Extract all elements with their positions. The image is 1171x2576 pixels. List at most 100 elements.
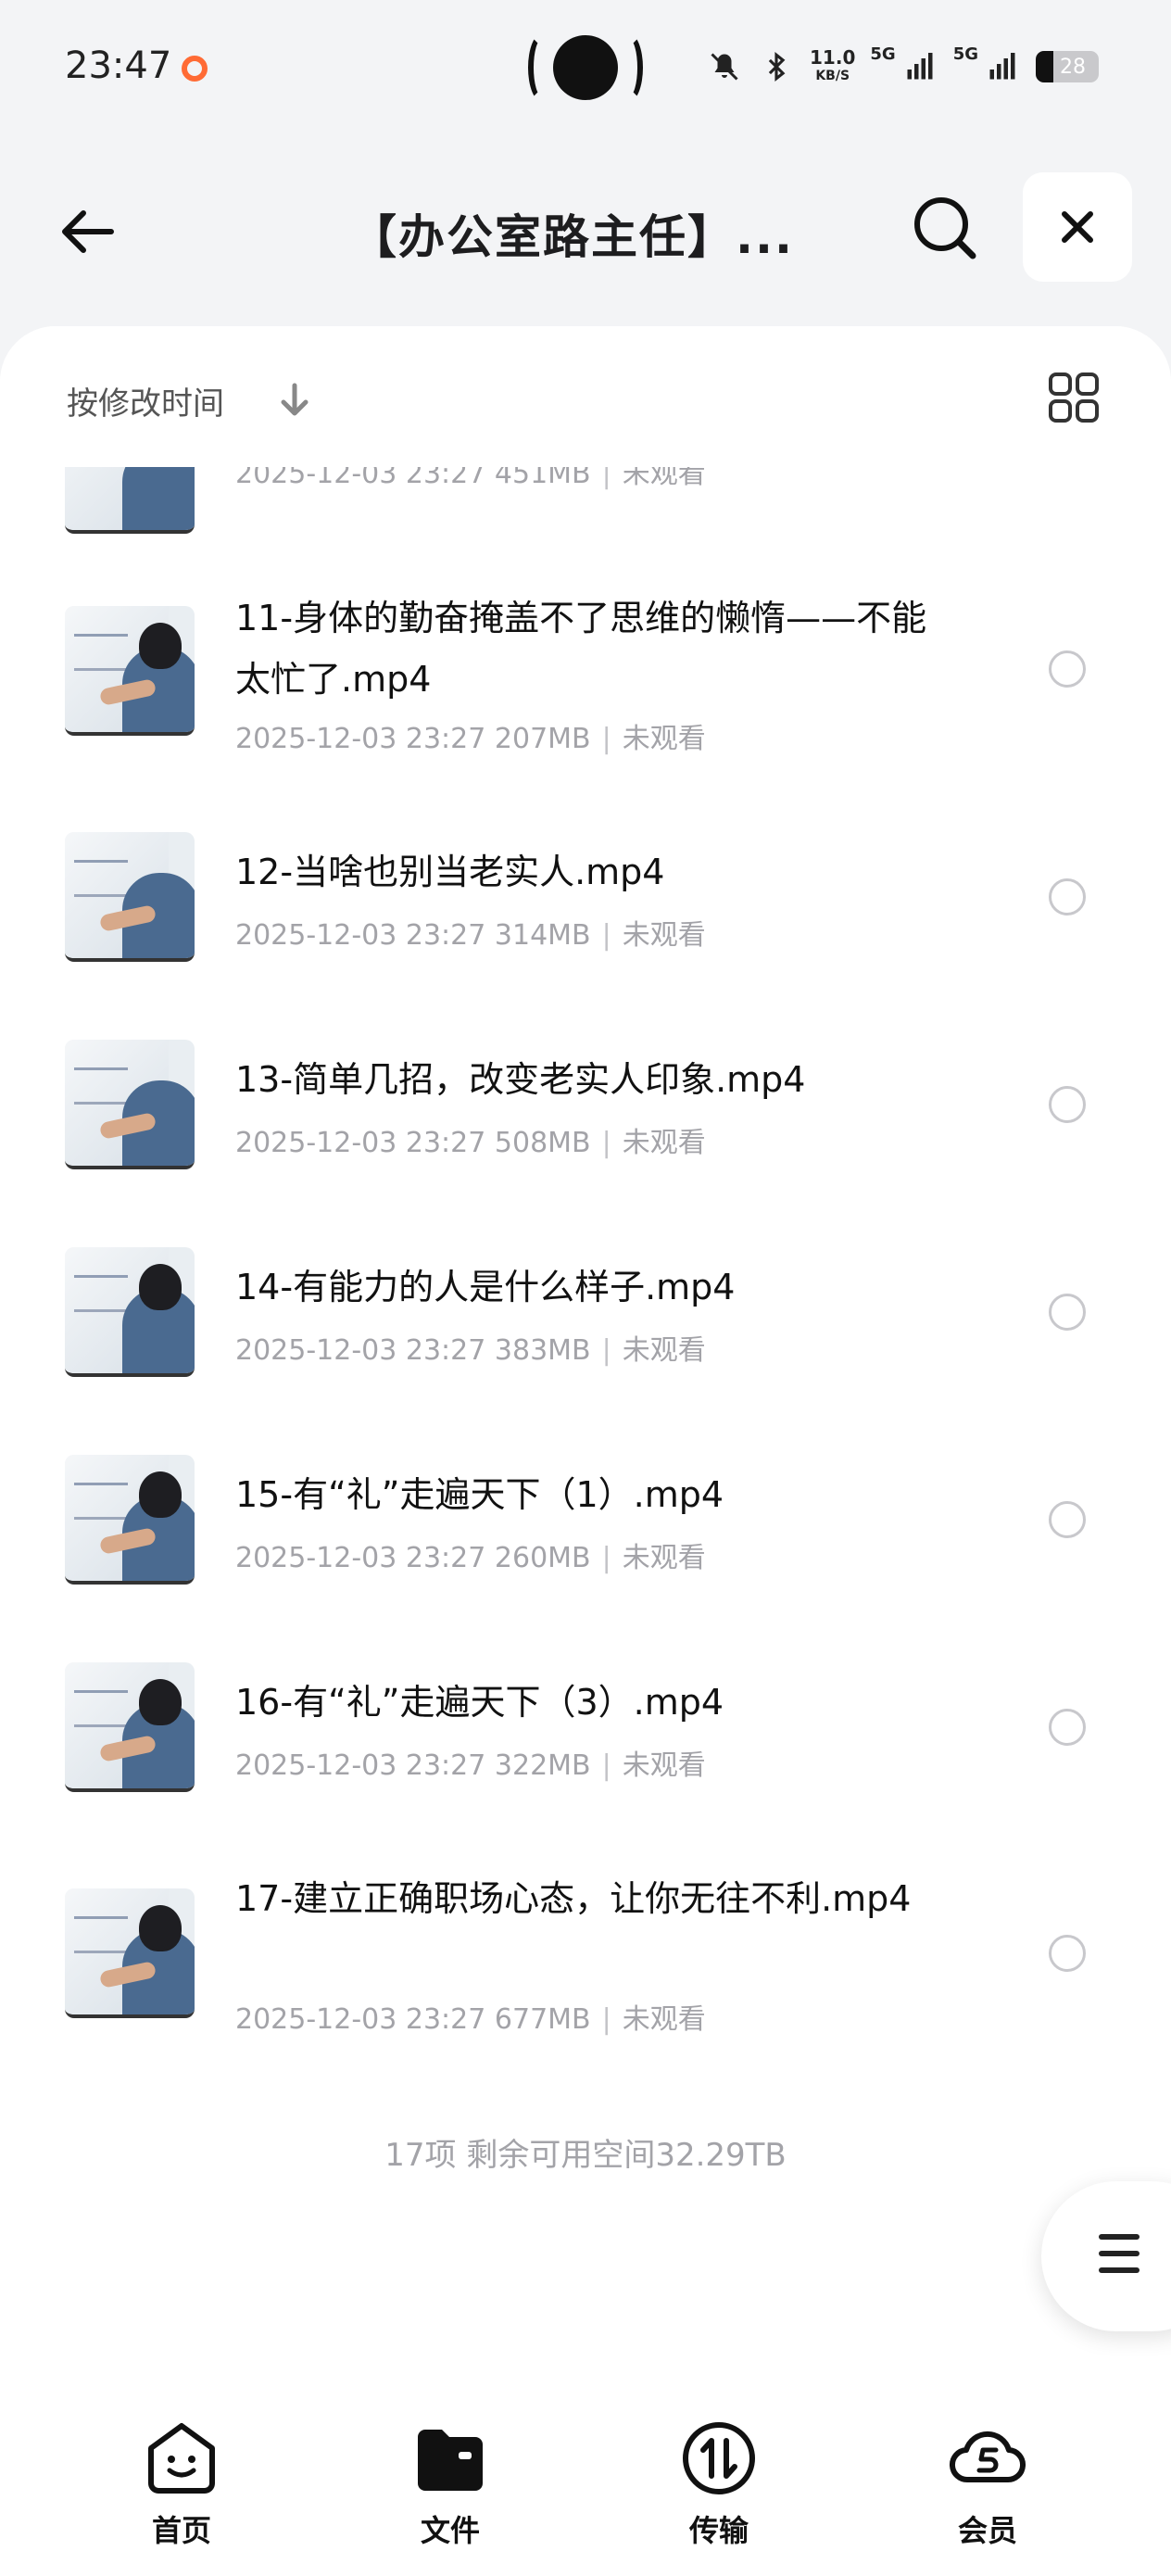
network-type-1: 5G — [870, 44, 896, 64]
watch-status: 未观看 — [622, 1542, 706, 1574]
file-size: 508MB — [494, 1127, 591, 1159]
file-list: 2025-12-03 23:27 451MB | 未观看 11-身体的勤奋掩盖不了思… — [0, 467, 1171, 2576]
network-speed-unit: KB/S — [815, 69, 850, 83]
file-size: 207MB — [494, 723, 591, 755]
file-size: 314MB — [494, 919, 591, 952]
network-type-2: 5G — [952, 44, 978, 64]
status-right: 11.0 KB/S 5G 5G 28 — [706, 39, 1099, 95]
status-time: 23:47 — [65, 44, 172, 87]
select-radio[interactable] — [1049, 878, 1086, 915]
watch-status: 未观看 — [622, 467, 706, 490]
arrow-left-icon — [62, 210, 114, 253]
cloud-member-icon — [950, 2431, 1026, 2483]
nav-home-label: 首页 — [151, 2513, 211, 2548]
sort-option[interactable]: 按修改时间 — [67, 378, 224, 423]
file-date: 2025-12-03 23:27 — [235, 919, 486, 952]
nav-member[interactable]: 会员 — [895, 2418, 1080, 2567]
video-thumbnail — [65, 1455, 195, 1585]
video-thumbnail — [65, 1662, 195, 1792]
mute-bell-icon — [706, 48, 743, 85]
select-radio[interactable] — [1049, 650, 1086, 688]
file-list-scroll[interactable]: 2025-12-03 23:27 451MB | 未观看 11-身体的勤奋掩盖不了思… — [0, 467, 1171, 2576]
watch-status: 未观看 — [622, 1127, 706, 1159]
file-name: 17-建立正确职场心态，让你无往不利.mp4 — [235, 1878, 912, 1919]
watch-status: 未观看 — [622, 1749, 706, 1782]
file-meta: 2025-12-03 23:27 260MB | 未观看 — [235, 1542, 706, 1574]
file-meta: 2025-12-03 23:27 677MB | 未观看 — [235, 2003, 706, 2036]
storage-summary: 17项 剩余可用空间32.29TB — [384, 2137, 787, 2174]
close-button[interactable] — [1023, 172, 1132, 282]
file-name: 12-当啥也别当老实人.mp4 — [235, 852, 665, 892]
arrow-down-icon[interactable] — [274, 380, 315, 421]
select-radio[interactable] — [1049, 1294, 1086, 1331]
file-name: 16-有“礼”走遍天下（3）.mp4 — [235, 1682, 724, 1723]
battery-icon: 28 — [1036, 51, 1099, 82]
file-date: 2025-12-03 23:27 — [235, 723, 486, 755]
file-date: 2025-12-03 23:27 — [235, 2003, 486, 2036]
battery-percent: 28 — [1060, 55, 1086, 79]
nav-files[interactable]: 文件 — [358, 2418, 543, 2567]
nav-home[interactable]: 首页 — [89, 2418, 274, 2567]
file-meta: 2025-12-03 23:27 451MB | 未观看 — [235, 467, 706, 491]
file-name: 13-简单几招，改变老实人印象.mp4 — [235, 1059, 806, 1100]
bottom-nav: 首页 文件 传输 会员 — [0, 2409, 1171, 2576]
file-size: 260MB — [494, 1542, 591, 1574]
signal-icon-2 — [984, 48, 1021, 85]
watch-status: 未观看 — [622, 723, 706, 755]
watch-status: 未观看 — [622, 2003, 706, 2036]
file-list-card: 2025-12-03 23:27 451MB | 未观看 11-身体的勤奋掩盖不了思… — [0, 326, 1171, 2576]
camera-island — [528, 28, 643, 107]
file-name: 14-有能力的人是什么样子.mp4 — [235, 1267, 736, 1307]
search-button[interactable] — [906, 189, 984, 267]
select-radio[interactable] — [1049, 1501, 1086, 1538]
screen-record-icon — [182, 56, 208, 82]
file-size: 322MB — [494, 1749, 591, 1782]
home-face-icon — [148, 2423, 215, 2494]
nav-transfer[interactable]: 传输 — [626, 2418, 812, 2567]
file-size: 451MB — [494, 467, 591, 490]
menu-icon — [1099, 2234, 1140, 2284]
file-meta: 2025-12-03 23:27 508MB | 未观看 — [235, 1127, 706, 1159]
file-date: 2025-12-03 23:27 — [235, 1127, 486, 1159]
grid-view-icon[interactable] — [1047, 371, 1101, 424]
nav-member-label: 会员 — [957, 2513, 1017, 2548]
back-button[interactable] — [52, 195, 126, 269]
camera-dot — [553, 35, 618, 100]
network-speed: 11.0 KB/S — [810, 48, 855, 85]
network-speed-value: 11.0 — [810, 46, 856, 69]
video-thumbnail — [65, 832, 195, 962]
select-radio[interactable] — [1049, 1086, 1086, 1123]
sort-bar: 按修改时间 — [0, 326, 1171, 465]
signal-icon-1 — [901, 48, 938, 85]
file-name: 11-身体的勤奋掩盖不了思维的懒惰——不能太忙了.mp4 — [235, 598, 927, 700]
file-size: 677MB — [494, 2003, 591, 2036]
file-date: 2025-12-03 23:27 — [235, 467, 486, 490]
search-icon — [914, 197, 976, 259]
video-thumbnail — [65, 1247, 195, 1377]
close-icon — [1062, 211, 1093, 243]
island-right-bracket — [615, 33, 643, 102]
watch-status: 未观看 — [622, 1334, 706, 1367]
video-thumbnail — [65, 1040, 195, 1169]
island-left-bracket — [528, 33, 556, 102]
file-size: 383MB — [494, 1334, 591, 1367]
file-date: 2025-12-03 23:27 — [235, 1334, 486, 1367]
folder-icon — [418, 2430, 483, 2491]
transfer-icon — [683, 2422, 755, 2494]
file-meta: 2025-12-03 23:27 383MB | 未观看 — [235, 1334, 706, 1367]
file-meta: 2025-12-03 23:27 207MB | 未观看 — [235, 723, 706, 755]
video-thumbnail — [65, 1888, 195, 2018]
file-meta: 2025-12-03 23:27 314MB | 未观看 — [235, 919, 706, 952]
select-radio[interactable] — [1049, 1935, 1086, 1972]
file-date: 2025-12-03 23:27 — [235, 1749, 486, 1782]
battery-level — [1036, 51, 1054, 82]
nav-transfer-label: 传输 — [688, 2513, 749, 2548]
page-title: 【办公室路主任】... — [350, 210, 794, 264]
bluetooth-icon — [758, 48, 795, 85]
file-name: 15-有“礼”走遍天下（1）.mp4 — [235, 1474, 724, 1515]
file-date: 2025-12-03 23:27 — [235, 1542, 486, 1574]
nav-files-label: 文件 — [420, 2513, 480, 2548]
header-bar: 【办公室路主任】... — [0, 167, 1171, 287]
video-thumbnail — [65, 467, 195, 534]
select-radio[interactable] — [1049, 1709, 1086, 1746]
